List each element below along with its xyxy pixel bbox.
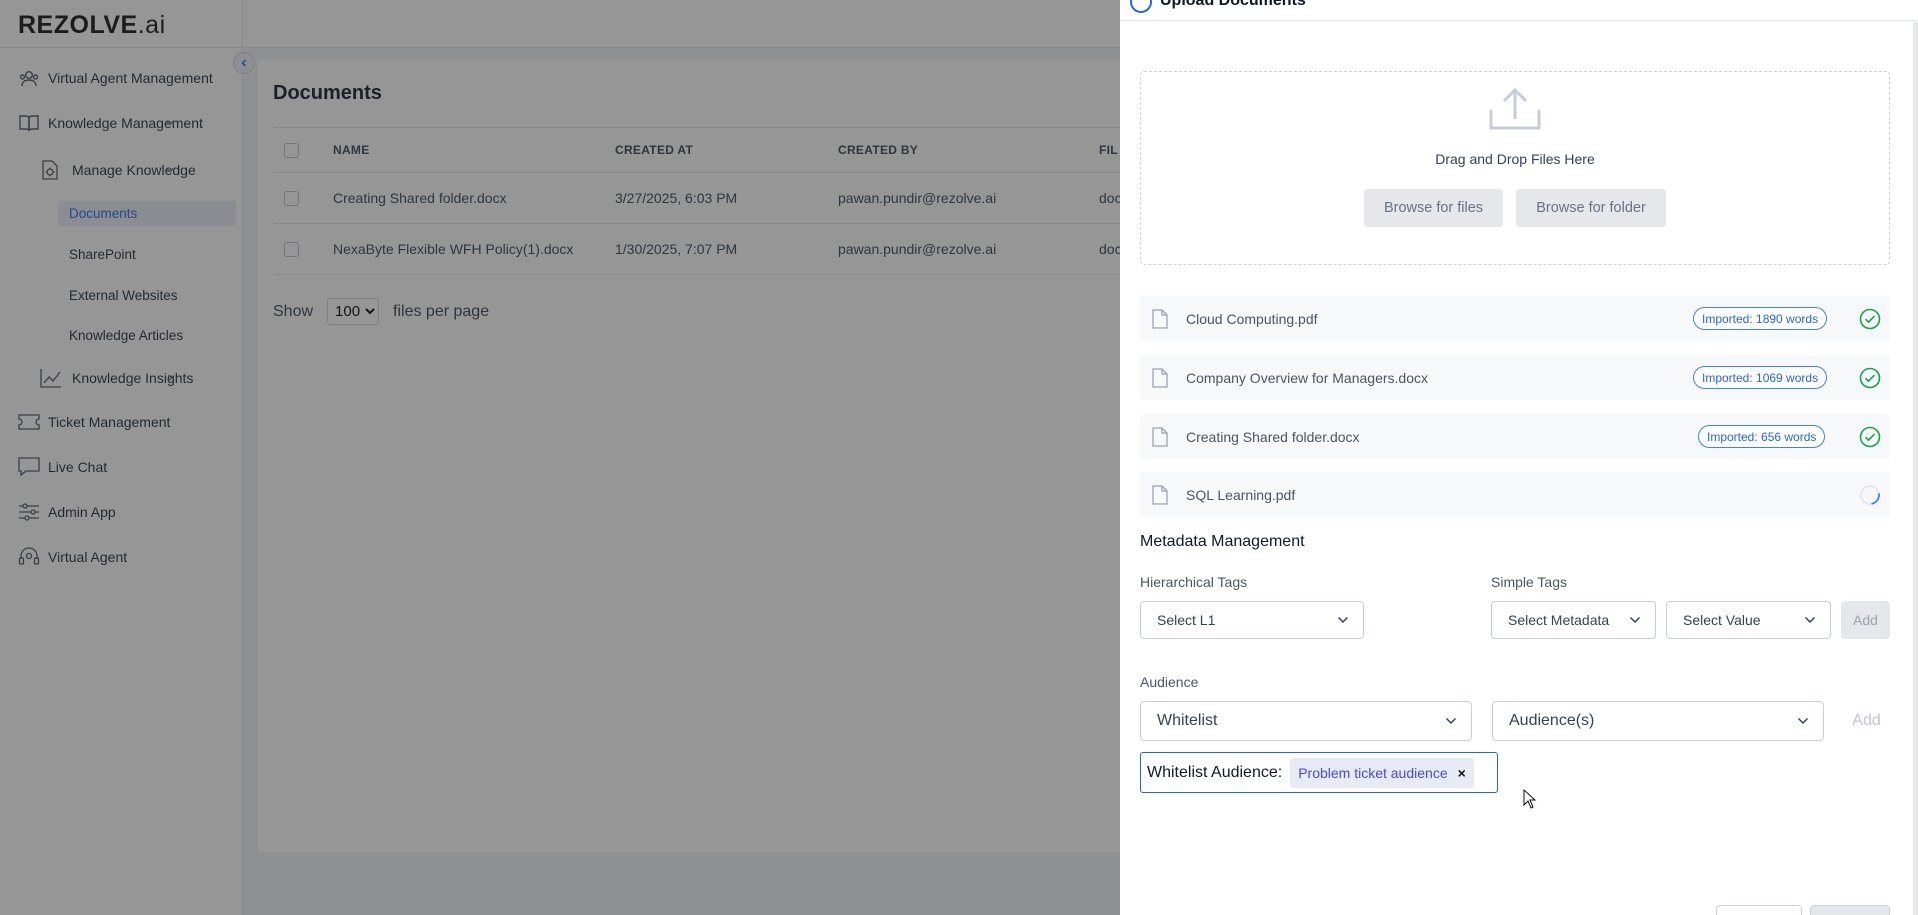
uploaded-file-row: Creating Shared folder.docx Imported: 65… bbox=[1140, 414, 1890, 459]
chevron-down-icon bbox=[1445, 717, 1457, 725]
uploaded-file-row: Cloud Computing.pdf Imported: 1890 words bbox=[1140, 296, 1890, 341]
imported-badge: Imported: 1890 words bbox=[1693, 307, 1828, 330]
select-metadata-dropdown[interactable]: Select Metadata bbox=[1491, 601, 1656, 639]
audience-label: Audience bbox=[1140, 674, 1199, 690]
file-icon bbox=[1152, 309, 1168, 329]
whitelist-audience-label: Whitelist Audience: bbox=[1147, 763, 1283, 781]
chevron-down-icon bbox=[1797, 717, 1809, 725]
check-circle-icon bbox=[1859, 426, 1881, 448]
save-button[interactable] bbox=[1810, 905, 1890, 915]
file-icon bbox=[1152, 485, 1168, 505]
drawer-title: Upload Documents bbox=[1160, 0, 1306, 9]
add-audience-button[interactable]: Add bbox=[1843, 701, 1890, 741]
check-circle-icon bbox=[1859, 367, 1881, 389]
select-value-dropdown[interactable]: Select Value bbox=[1666, 601, 1831, 639]
select-l1-dropdown[interactable]: Select L1 bbox=[1140, 601, 1364, 639]
chevron-down-icon bbox=[1629, 616, 1641, 624]
metadata-section-title: Metadata Management bbox=[1140, 533, 1305, 550]
imported-badge: Imported: 656 words bbox=[1698, 425, 1826, 448]
uploaded-file-row: Company Overview for Managers.docx Impor… bbox=[1140, 355, 1890, 400]
upload-icon bbox=[1489, 87, 1541, 130]
file-name: SQL Learning.pdf bbox=[1186, 486, 1296, 503]
uploading-file-row: SQL Learning.pdf bbox=[1140, 472, 1890, 517]
browse-folder-button[interactable]: Browse for folder bbox=[1516, 189, 1666, 227]
cancel-button[interactable] bbox=[1716, 905, 1802, 915]
check-circle-icon bbox=[1859, 308, 1881, 330]
audiences-dropdown[interactable]: Audience(s) bbox=[1492, 701, 1824, 741]
drawer-header: Upload Documents bbox=[1120, 0, 1918, 21]
modal-overlay[interactable] bbox=[0, 0, 1120, 915]
add-metadata-button[interactable]: Add bbox=[1841, 601, 1890, 639]
file-name: Cloud Computing.pdf bbox=[1186, 310, 1318, 327]
drawer-scrollbar[interactable] bbox=[1913, 22, 1918, 915]
chevron-down-icon bbox=[1804, 616, 1816, 624]
mouse-cursor-icon bbox=[1523, 789, 1537, 809]
back-icon[interactable] bbox=[1130, 0, 1152, 13]
audience-type-dropdown[interactable]: Whitelist bbox=[1140, 701, 1472, 741]
file-name: Company Overview for Managers.docx bbox=[1186, 369, 1428, 386]
file-icon bbox=[1152, 427, 1168, 447]
browse-files-button[interactable]: Browse for files bbox=[1364, 189, 1503, 227]
remove-chip-icon[interactable]: × bbox=[1458, 765, 1466, 781]
imported-badge: Imported: 1069 words bbox=[1693, 366, 1828, 389]
whitelist-audience-box: Whitelist Audience: Problem ticket audie… bbox=[1140, 752, 1498, 793]
chevron-down-icon bbox=[1337, 616, 1349, 624]
file-icon bbox=[1152, 368, 1168, 388]
file-name: Creating Shared folder.docx bbox=[1186, 428, 1360, 445]
audience-chip: Problem ticket audience × bbox=[1290, 757, 1474, 788]
loading-spinner-icon bbox=[1860, 485, 1880, 505]
dropzone-text: Drag and Drop Files Here bbox=[1435, 151, 1595, 167]
simple-tags-label: Simple Tags bbox=[1491, 574, 1568, 590]
hierarchical-tags-label: Hierarchical Tags bbox=[1140, 574, 1248, 590]
